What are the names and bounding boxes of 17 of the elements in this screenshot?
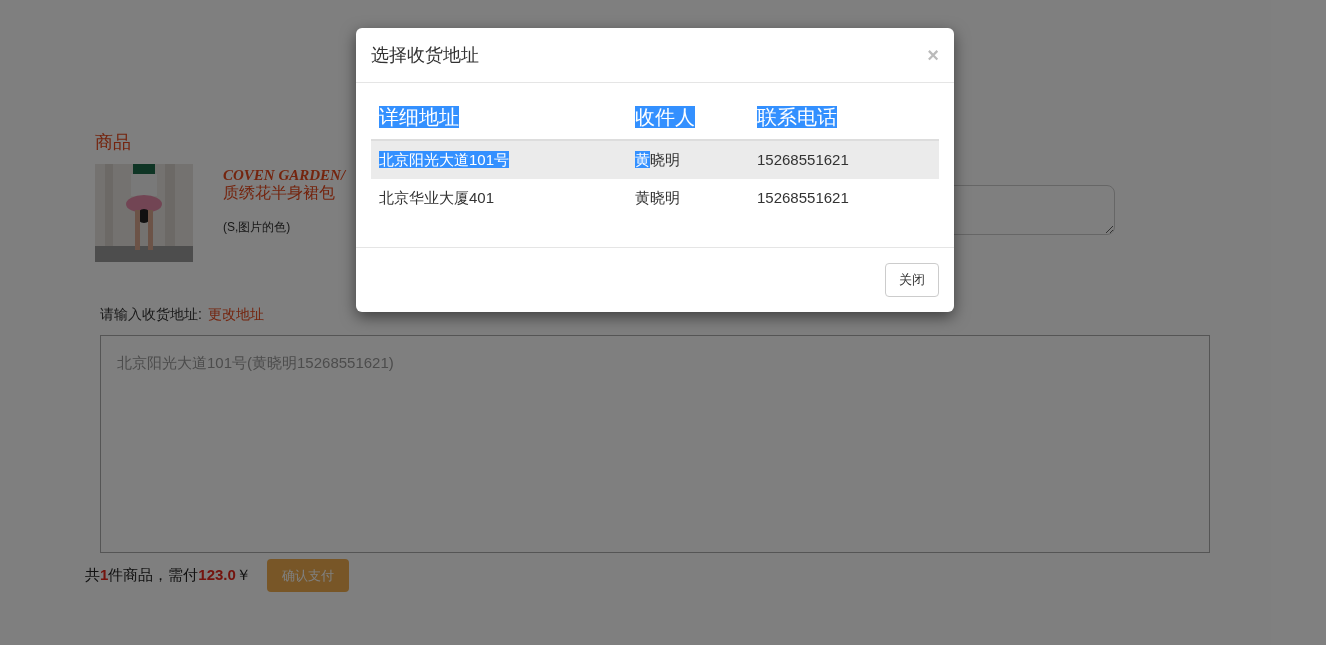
order-summary: 共1件商品，需付123.0￥ <box>85 565 251 586</box>
address-row[interactable]: 北京阳光大道101号 黄晓明 15268551621 <box>371 141 939 179</box>
product-name: COVEN GARDEN/ 质绣花半身裙包 <box>223 166 346 202</box>
table-cell: 北京阳光大道101号 <box>379 151 510 168</box>
section-heading: 商品 <box>95 131 131 154</box>
table-cell: 15268551621 <box>757 189 849 206</box>
table-cell: 北京华业大厦401 <box>379 189 495 206</box>
column-header: 收件人 <box>635 106 695 128</box>
dialog-title: 选择收货地址 <box>371 43 479 67</box>
close-button[interactable]: 关闭 <box>885 263 939 297</box>
table-cell: 黄晓明 <box>635 189 680 206</box>
product-variant: (S,图片的色) <box>223 219 291 236</box>
column-header: 详细地址 <box>379 106 459 128</box>
table-cell: 15268551621 <box>757 151 849 168</box>
table-cell: 黄晓明 <box>635 151 680 168</box>
column-header: 联系电话 <box>757 106 837 128</box>
address-label: 请输入收货地址: <box>100 305 202 324</box>
